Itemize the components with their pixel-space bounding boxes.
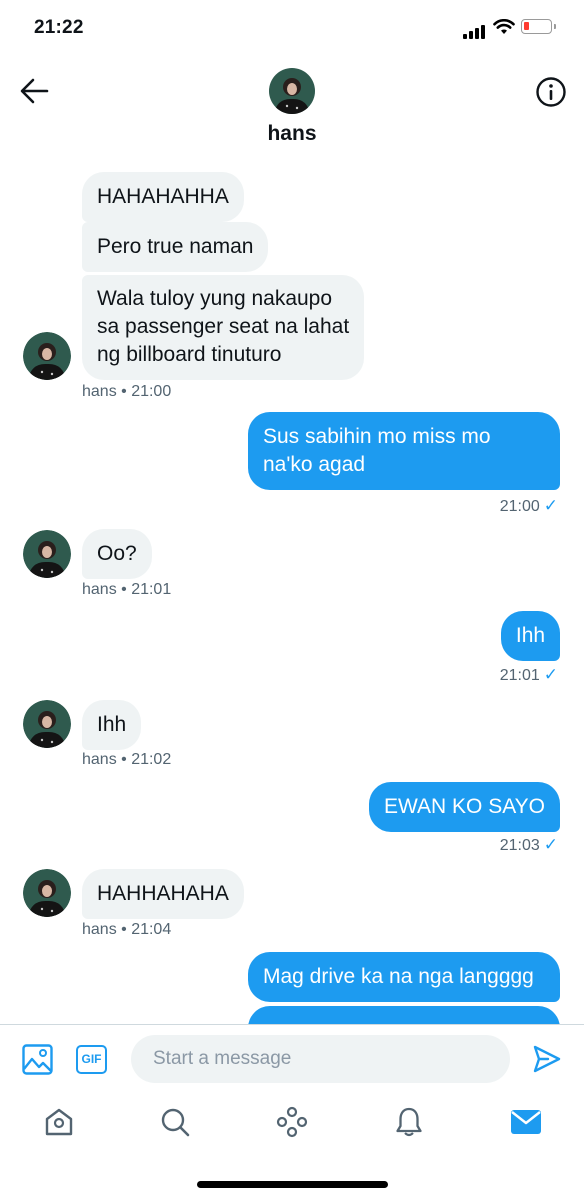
search-icon[interactable] [160,1107,190,1137]
message-bubble-incoming[interactable]: HAHHAHAHA [82,869,244,919]
message-line: sa passenger seat na lahat [97,315,350,338]
avatar[interactable] [23,332,71,380]
message-bubble-outgoing[interactable]: EWAN KO SAYO [368,782,560,832]
message-time: 21:00 [499,498,540,515]
message-line: ng billboard tinuturo [97,343,282,366]
message-bubble-incoming[interactable]: HAHAHAHHA [82,172,244,222]
message-bubble-incoming[interactable]: Ihh [82,700,142,750]
message-meta: hans • 21:02 [82,751,172,768]
info-icon[interactable] [535,76,567,108]
sent-check-icon: ✓ [543,496,558,515]
conversation-name: hans [267,122,317,145]
message-bubble-incoming[interactable]: Oo? [82,529,152,579]
message-meta: 21:03 ✓ [500,835,558,855]
message-input[interactable]: Start a message [131,1035,510,1083]
sent-check-icon: ✓ [543,665,558,684]
message-time: 21:01 [499,667,540,684]
divider [0,1024,584,1025]
avatar[interactable] [23,869,71,917]
message-meta: hans • 21:04 [82,921,172,938]
message-meta: 21:00 ✓ [500,496,558,516]
cellular-signal-icon [463,21,487,39]
image-icon[interactable] [22,1044,53,1075]
wifi-icon [493,19,515,34]
battery-icon [521,19,556,34]
mail-icon[interactable] [510,1109,542,1135]
status-time: 21:22 [34,17,84,38]
message-time: 21:03 [499,837,540,854]
message-meta: hans • 21:00 [82,383,172,400]
send-icon[interactable] [532,1045,562,1073]
avatar[interactable] [269,68,315,114]
spaces-icon[interactable] [276,1106,308,1138]
arrow-left-icon[interactable] [18,76,50,106]
message-bubble-incoming[interactable]: Wala tuloy yung nakaupo sa passenger sea… [82,275,365,380]
avatar[interactable] [23,530,71,578]
message-bubble-outgoing[interactable]: Sus sabihin mo miss mo na'ko agad [248,412,560,490]
home-indicator [197,1181,388,1188]
bell-icon[interactable] [394,1106,424,1138]
avatar[interactable] [23,700,71,748]
gif-icon[interactable]: GIF [76,1045,107,1074]
message-line: na'ko agad [263,453,366,476]
message-bubble-outgoing[interactable]: Mag drive ka na nga langggg [248,952,560,1002]
message-bubble-incoming[interactable]: Pero true naman [82,222,269,272]
message-meta: hans • 21:01 [82,581,172,598]
message-meta: 21:01 ✓ [500,665,558,685]
message-line: Wala tuloy yung nakaupo [97,287,333,310]
message-line: Sus sabihin mo miss mo [263,425,491,448]
message-bubble-outgoing[interactable]: Ihh [501,611,560,661]
home-icon[interactable] [44,1107,74,1137]
message-input-placeholder: Start a message [153,1048,292,1069]
sent-check-icon: ✓ [543,835,558,854]
